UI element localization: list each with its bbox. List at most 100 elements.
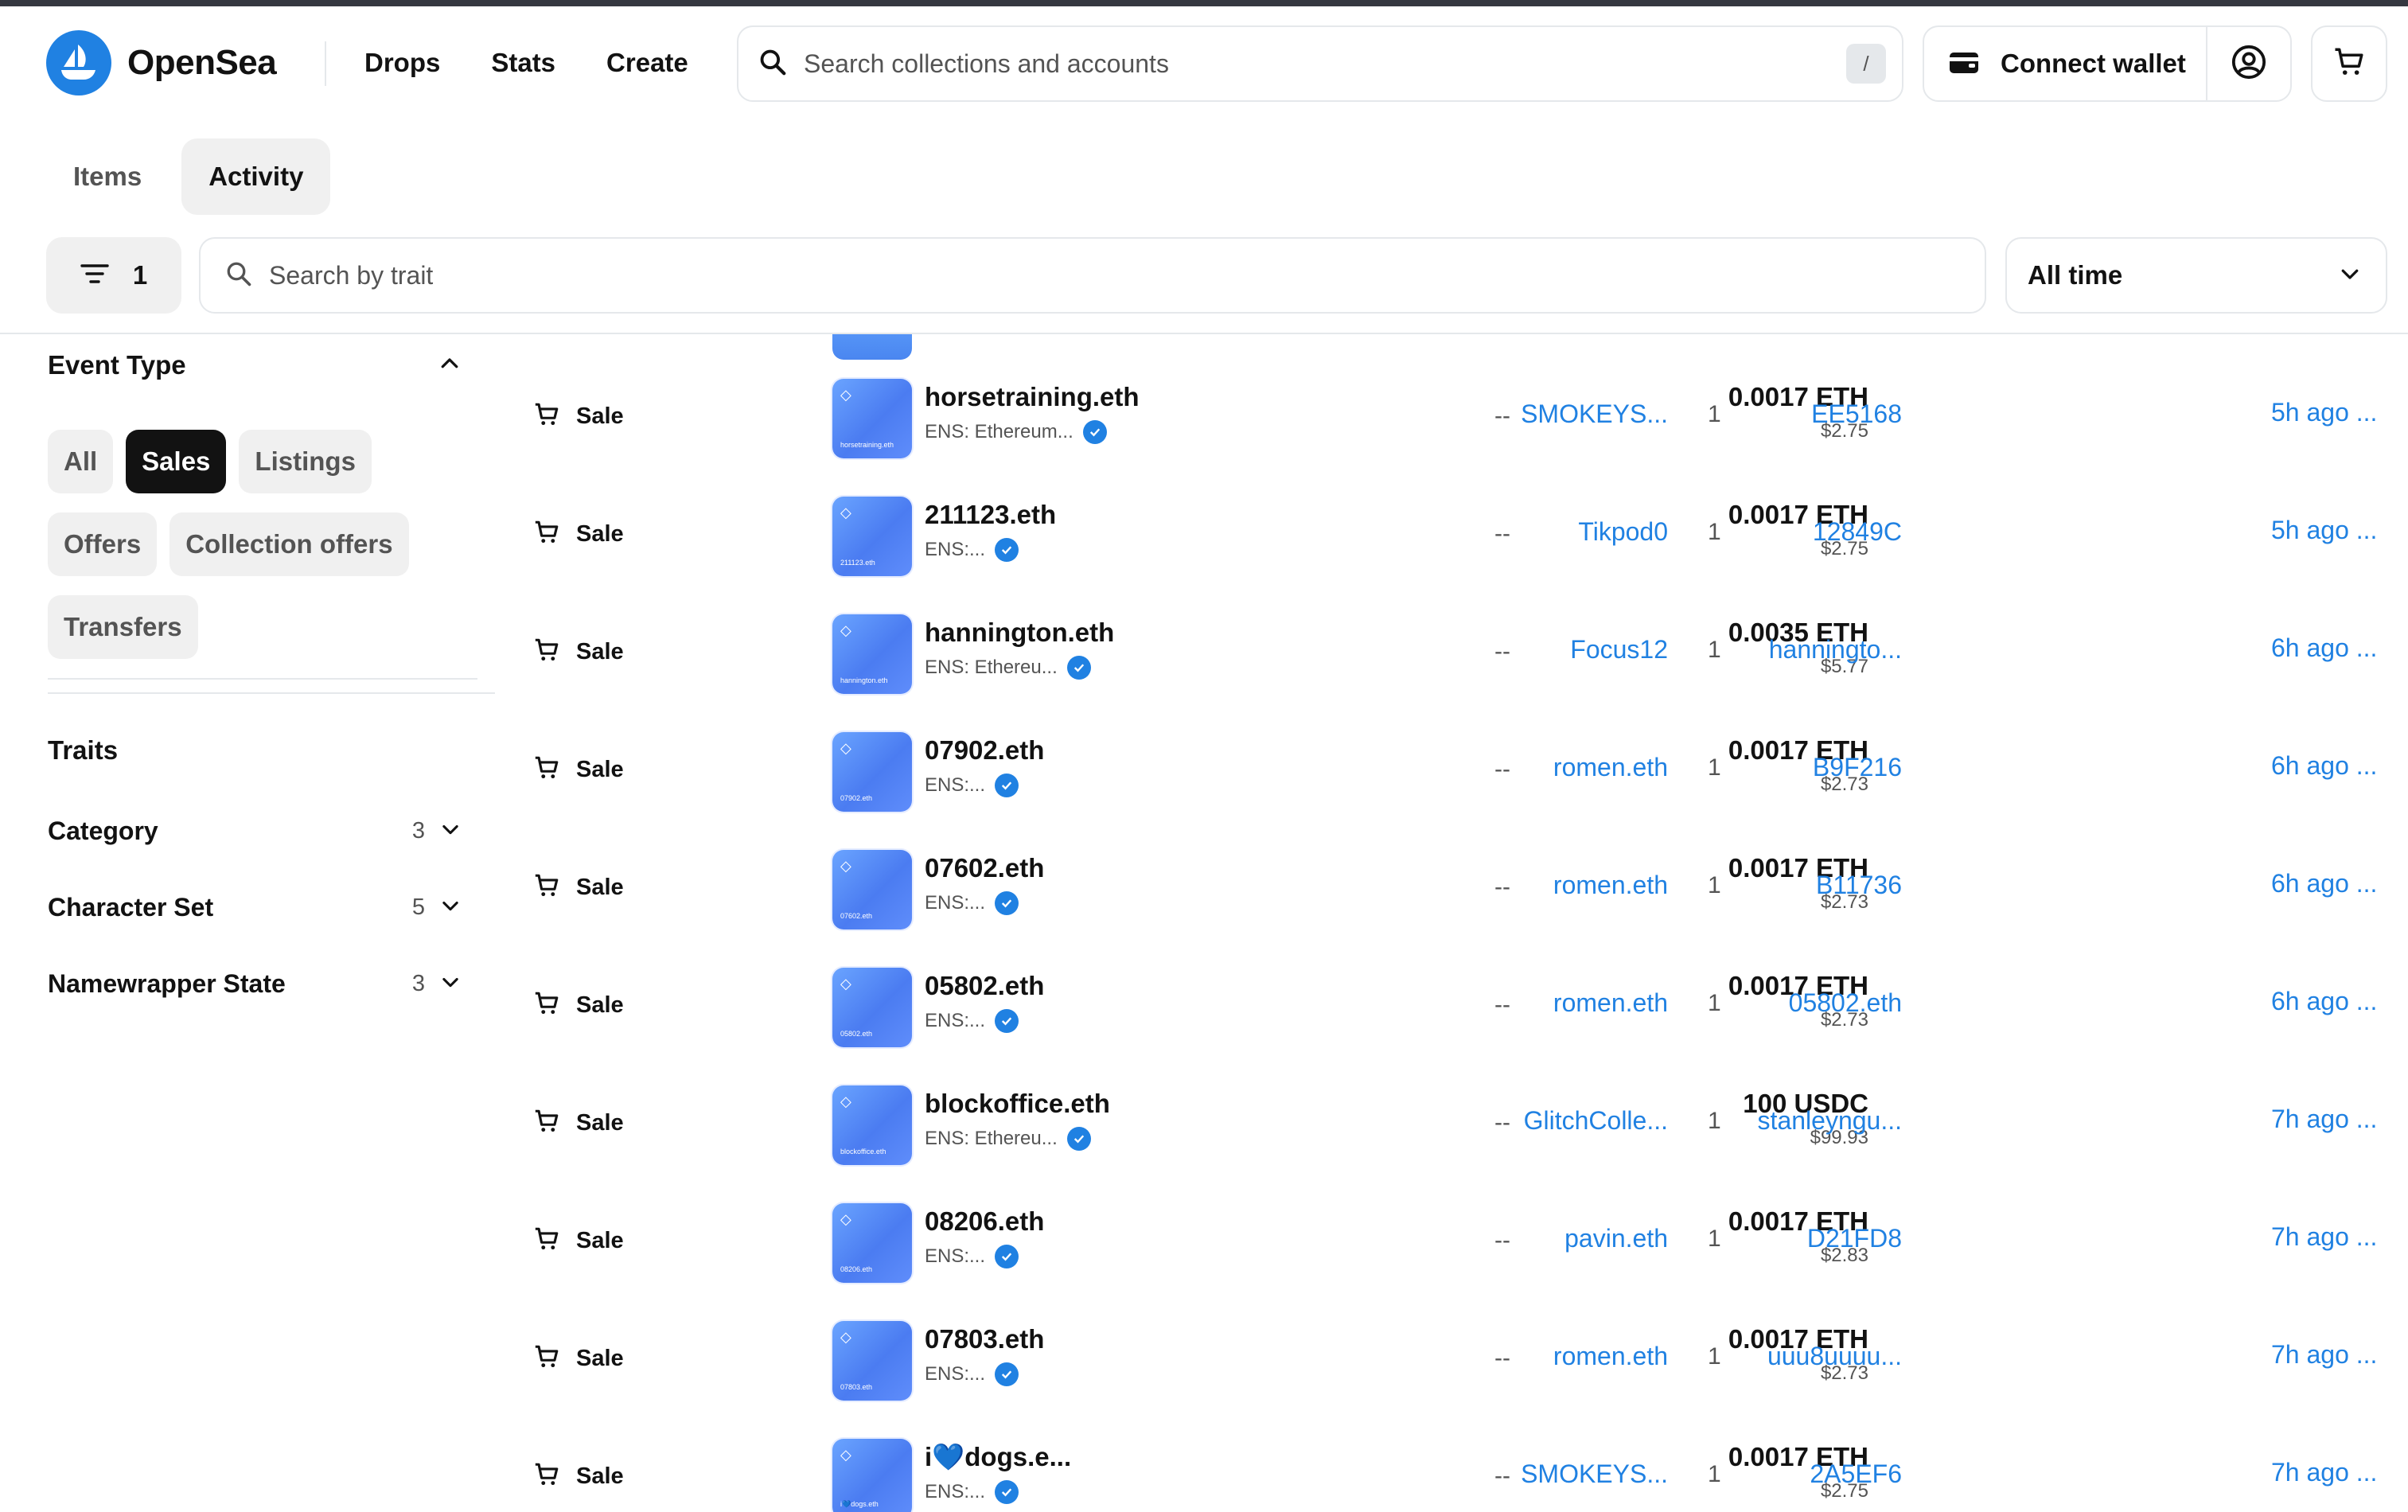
opensea-logo[interactable]: OpenSea: [46, 30, 277, 95]
activity-row[interactable]: Sale ◇ 211123.eth 211123.eth ENS:... 0.00…: [509, 479, 2408, 597]
activity-row[interactable]: Sale ◇ 07602.eth 07602.eth ENS:... 0.0017…: [509, 832, 2408, 950]
from-account-link[interactable]: pavin.eth: [1564, 1224, 1668, 1253]
event-chip-sales[interactable]: Sales: [126, 430, 227, 493]
item-name[interactable]: hannington.eth: [925, 618, 1114, 648]
item-name[interactable]: i💙dogs.e...: [925, 1442, 1071, 1473]
collection-name[interactable]: ENS:...: [925, 1363, 985, 1385]
event-chip-all[interactable]: All: [48, 430, 114, 493]
to-account-link[interactable]: B11736: [1816, 871, 1902, 900]
timestamp-link[interactable]: 7h ago ...: [2271, 1105, 2377, 1134]
event-label: Sale: [576, 1346, 624, 1371]
from-account-link[interactable]: romen.eth: [1553, 753, 1668, 782]
item-thumbnail[interactable]: ◇ 07602.eth: [832, 850, 912, 929]
to-account-link[interactable]: uuu8uuuu...: [1767, 1342, 1902, 1371]
from-account-link[interactable]: Focus12: [1570, 635, 1668, 664]
item-thumbnail[interactable]: ◇ blockoffice.eth: [832, 1085, 912, 1165]
time-range-value: All time: [2028, 260, 2123, 290]
to-account-link[interactable]: D21FD8: [1807, 1224, 1902, 1253]
collection-name[interactable]: ENS: Ethereu...: [925, 1128, 1058, 1150]
to-account-link[interactable]: hanningto...: [1769, 635, 1902, 664]
event-type-header[interactable]: Event Type: [48, 350, 462, 380]
to-account-link[interactable]: stanleyngu...: [1758, 1106, 1902, 1136]
collection-name[interactable]: ENS:...: [925, 1245, 985, 1268]
chevron-down-icon: [439, 971, 462, 997]
collection-name[interactable]: ENS: Ethereum...: [925, 421, 1073, 443]
item-name[interactable]: blockoffice.eth: [925, 1089, 1110, 1119]
collection-name[interactable]: ENS: Ethereu...: [925, 657, 1058, 679]
timestamp-link[interactable]: 7h ago ...: [2271, 1458, 2377, 1487]
item-thumbnail[interactable]: ◇ i💙dogs.eth: [832, 1439, 912, 1512]
item-thumbnail[interactable]: ◇ 07902.eth: [832, 732, 912, 812]
item-name[interactable]: horsetraining.eth: [925, 382, 1140, 412]
item-name[interactable]: 08206.eth: [925, 1206, 1044, 1237]
item-name[interactable]: 07803.eth: [925, 1324, 1044, 1354]
item-thumbnail[interactable]: ◇ 08206.eth: [832, 1203, 912, 1283]
item-thumbnail[interactable]: ◇ 07803.eth: [832, 1321, 912, 1401]
from-account-link[interactable]: Tikpod0: [1578, 517, 1668, 547]
timestamp-link[interactable]: 5h ago ...: [2271, 398, 2377, 427]
activity-row[interactable]: Sale ◇ 07803.eth 07803.eth ENS:... 0.0017…: [509, 1304, 2408, 1421]
event-chip-offers[interactable]: Offers: [48, 512, 158, 576]
timestamp-link[interactable]: 5h ago ...: [2271, 516, 2377, 545]
to-account-link[interactable]: B9F216: [1813, 753, 1902, 782]
from-account-link[interactable]: SMOKEYS...: [1521, 399, 1668, 429]
from-account-link[interactable]: romen.eth: [1553, 988, 1668, 1018]
event-chip-listings[interactable]: Listings: [239, 430, 372, 493]
activity-row[interactable]: Sale ◇ horsetraining.eth horsetraining.et…: [509, 361, 2408, 479]
activity-row[interactable]: Sale ◇ 08206.eth 08206.eth ENS:... 0.0017…: [509, 1186, 2408, 1304]
timestamp-link[interactable]: 6h ago ...: [2271, 987, 2377, 1016]
connect-wallet-label: Connect wallet: [2001, 49, 2186, 78]
from-account-link[interactable]: GlitchColle...: [1524, 1106, 1668, 1136]
item-thumbnail[interactable]: ◇ 211123.eth: [832, 497, 912, 576]
event-chip-collection-offers[interactable]: Collection offers: [169, 512, 409, 576]
trait-category[interactable]: Category 3: [48, 816, 462, 846]
collection-name[interactable]: ENS:...: [925, 1010, 985, 1032]
from-account-link[interactable]: SMOKEYS...: [1521, 1459, 1668, 1489]
item-thumbnail[interactable]: [832, 334, 912, 360]
cart-icon: [533, 754, 560, 785]
item-name[interactable]: 211123.eth: [925, 500, 1056, 530]
from-account-link[interactable]: romen.eth: [1553, 871, 1668, 900]
nav-create[interactable]: Create: [606, 48, 688, 78]
item-thumbnail[interactable]: ◇ hannington.eth: [832, 614, 912, 694]
item-name[interactable]: 05802.eth: [925, 971, 1044, 1001]
activity-row[interactable]: Sale ◇ 07902.eth 07902.eth ENS:... 0.0017…: [509, 715, 2408, 832]
timestamp-link[interactable]: 6h ago ...: [2271, 633, 2377, 663]
cart-button[interactable]: [2311, 25, 2387, 102]
activity-row[interactable]: Sale ◇ hannington.eth hannington.eth ENS:…: [509, 597, 2408, 715]
collection-name[interactable]: ENS:...: [925, 539, 985, 561]
activity-row[interactable]: Sale ◇ blockoffice.eth blockoffice.eth EN…: [509, 1068, 2408, 1186]
item-name[interactable]: 07602.eth: [925, 853, 1044, 883]
connect-wallet-button[interactable]: Connect wallet: [1924, 27, 2207, 100]
timestamp-link[interactable]: 7h ago ...: [2271, 1222, 2377, 1252]
tab-activity[interactable]: Activity: [181, 138, 331, 215]
trait-namewrapper-state[interactable]: Namewrapper State 3: [48, 969, 462, 999]
collection-name[interactable]: ENS:...: [925, 774, 985, 797]
timestamp-link[interactable]: 6h ago ...: [2271, 751, 2377, 781]
from-account-link[interactable]: romen.eth: [1553, 1342, 1668, 1371]
to-account-link[interactable]: EE5168: [1811, 399, 1902, 429]
timestamp-link[interactable]: 6h ago ...: [2271, 869, 2377, 898]
time-range-select[interactable]: All time: [2005, 237, 2387, 314]
logo-text: OpenSea: [127, 43, 277, 82]
filter-toggle-button[interactable]: 1: [46, 237, 181, 314]
item-thumbnail[interactable]: ◇ horsetraining.eth: [832, 379, 912, 458]
timestamp-link[interactable]: 7h ago ...: [2271, 1340, 2377, 1370]
activity-row[interactable]: Sale ◇ 05802.eth 05802.eth ENS:... 0.0017…: [509, 950, 2408, 1068]
to-account-link[interactable]: 12849C: [1813, 517, 1902, 547]
to-account-link[interactable]: 05802.eth: [1789, 988, 1902, 1018]
nav-stats[interactable]: Stats: [491, 48, 555, 78]
to-account-link[interactable]: 2A5EF6: [1810, 1459, 1902, 1489]
trait-character-set[interactable]: Character Set 5: [48, 893, 462, 922]
profile-button[interactable]: [2207, 27, 2290, 100]
collection-name[interactable]: ENS:...: [925, 892, 985, 914]
tab-items[interactable]: Items: [46, 138, 169, 215]
trait-search-input[interactable]: Search by trait: [199, 237, 1986, 314]
item-thumbnail[interactable]: ◇ 05802.eth: [832, 968, 912, 1047]
global-search-input[interactable]: Search collections and accounts /: [737, 25, 1903, 102]
activity-row[interactable]: Sale ◇ i💙dogs.eth i💙dogs.e... ENS:... 0.0…: [509, 1421, 2408, 1512]
item-name[interactable]: 07902.eth: [925, 735, 1044, 766]
collection-name[interactable]: ENS:...: [925, 1481, 985, 1503]
event-chip-transfers[interactable]: Transfers: [48, 595, 198, 659]
nav-drops[interactable]: Drops: [364, 48, 440, 78]
